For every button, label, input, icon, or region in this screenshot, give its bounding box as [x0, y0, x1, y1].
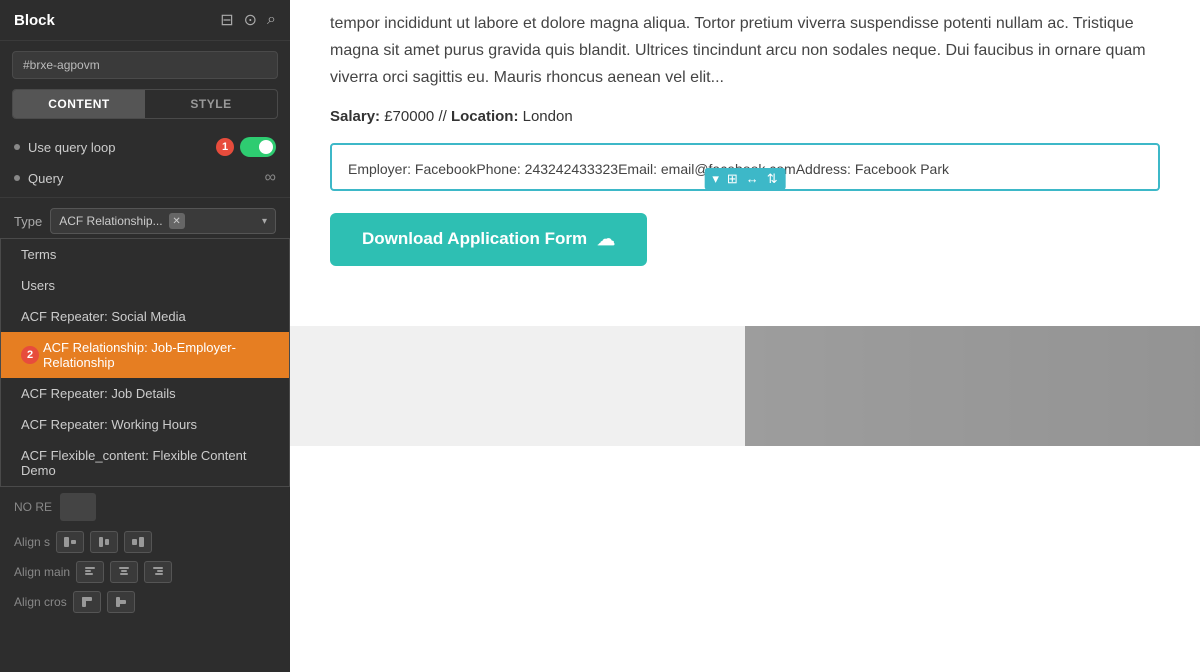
panel-header: Block ⊟ ⊙ ⌕	[0, 0, 290, 41]
no-re-row: NO RE	[0, 487, 290, 527]
infinity-icon: ∞	[265, 169, 276, 187]
tab-style[interactable]: STYLE	[145, 90, 277, 118]
toolbar-chevron-icon[interactable]: ▾	[709, 171, 722, 187]
toolbar-resize-v-icon[interactable]: ⇅	[764, 171, 781, 187]
bottom-left-image	[290, 326, 745, 446]
align-cross-center[interactable]	[107, 591, 135, 613]
user-icon[interactable]: ⊙	[244, 10, 257, 30]
dropdown-item-relationship[interactable]: 2 ACF Relationship: Job-Employer-Relatio…	[1, 332, 289, 378]
align-self-label: Align s	[14, 535, 50, 549]
dot-indicator	[14, 144, 20, 150]
align-main-label: Align main	[14, 565, 70, 579]
align-self-row: Align s	[0, 527, 290, 557]
dot-indicator	[14, 175, 20, 181]
dropdown-item-users[interactable]: Users	[1, 270, 289, 301]
align-self-right[interactable]	[124, 531, 152, 553]
employer-toolbar: ▾ ⊞ ↔ ⇅	[704, 168, 785, 190]
no-re-thumbnail	[60, 493, 96, 521]
dropdown-menu: Terms Users ACF Repeater: Social Media 2…	[0, 238, 290, 487]
type-select[interactable]: ACF Relationship... ✕ ▾	[50, 208, 276, 234]
type-label: Type	[14, 214, 42, 229]
bottom-image-strip	[290, 326, 1200, 446]
align-self-left[interactable]	[56, 531, 84, 553]
search-icon[interactable]: ⌕	[267, 11, 276, 29]
query-loop-row: Use query loop 1	[0, 131, 290, 163]
download-button[interactable]: Download Application Form ☁	[330, 213, 647, 266]
left-panel: Block ⊟ ⊙ ⌕ #brxe-agpovm CONTENT STYLE U…	[0, 0, 290, 672]
employer-info: Employer: FacebookPhone: 243242433323Ema…	[348, 161, 949, 177]
tab-row: CONTENT STYLE	[12, 89, 278, 119]
query-loop-label: Use query loop	[28, 140, 216, 155]
type-select-value: ACF Relationship...	[59, 214, 162, 228]
location-value: London	[523, 108, 573, 125]
badge-2: 2	[21, 346, 39, 364]
location-label: Location:	[451, 108, 519, 125]
tab-content[interactable]: CONTENT	[13, 90, 145, 118]
salary-line: Salary: £70000 // Location: London	[330, 108, 1160, 125]
query-label: Query	[28, 171, 265, 186]
divider	[0, 197, 290, 198]
panel-icons: ⊟ ⊙ ⌕	[220, 10, 276, 30]
dropdown-item-flexible-content[interactable]: ACF Flexible_content: Flexible Content D…	[1, 440, 289, 486]
align-cross-row: Align cros	[0, 587, 290, 617]
query-loop-toggle[interactable]	[240, 137, 276, 157]
align-self-center[interactable]	[90, 531, 118, 553]
align-main-start[interactable]	[76, 561, 104, 583]
salary-value: £70000 //	[384, 108, 451, 125]
align-main-center[interactable]	[110, 561, 138, 583]
bottom-right-image	[745, 326, 1200, 446]
align-main-end[interactable]	[144, 561, 172, 583]
type-clear-button[interactable]: ✕	[169, 213, 185, 229]
dropdown-item-working-hours[interactable]: ACF Repeater: Working Hours	[1, 409, 289, 440]
no-re-label: NO RE	[14, 500, 52, 514]
align-main-row: Align main	[0, 557, 290, 587]
dropdown-item-job-details[interactable]: ACF Repeater: Job Details	[1, 378, 289, 409]
toolbar-grid-icon[interactable]: ⊞	[724, 171, 741, 187]
employer-box: Employer: FacebookPhone: 243242433323Ema…	[330, 143, 1160, 191]
block-id-field[interactable]: #brxe-agpovm	[12, 51, 278, 79]
type-row: Type ACF Relationship... ✕ ▾	[0, 202, 290, 238]
download-button-label: Download Application Form	[362, 229, 587, 249]
layout-icon[interactable]: ⊟	[220, 10, 233, 30]
panel-title: Block	[14, 12, 55, 29]
toolbar-resize-h-icon[interactable]: ↔	[743, 171, 762, 187]
align-cross-start[interactable]	[73, 591, 101, 613]
dropdown-item-social-media[interactable]: ACF Repeater: Social Media	[1, 301, 289, 332]
content-area: tempor incididunt ut labore et dolore ma…	[290, 0, 1200, 326]
right-panel: tempor incididunt ut labore et dolore ma…	[290, 0, 1200, 672]
download-icon: ☁	[597, 229, 615, 250]
salary-label: Salary:	[330, 108, 380, 125]
badge-1: 1	[216, 138, 234, 156]
query-row: Query ∞	[0, 163, 290, 193]
chevron-down-icon: ▾	[262, 216, 267, 227]
align-cross-label: Align cros	[14, 595, 67, 609]
body-text: tempor incididunt ut labore et dolore ma…	[330, 10, 1160, 92]
dropdown-item-terms[interactable]: Terms	[1, 239, 289, 270]
